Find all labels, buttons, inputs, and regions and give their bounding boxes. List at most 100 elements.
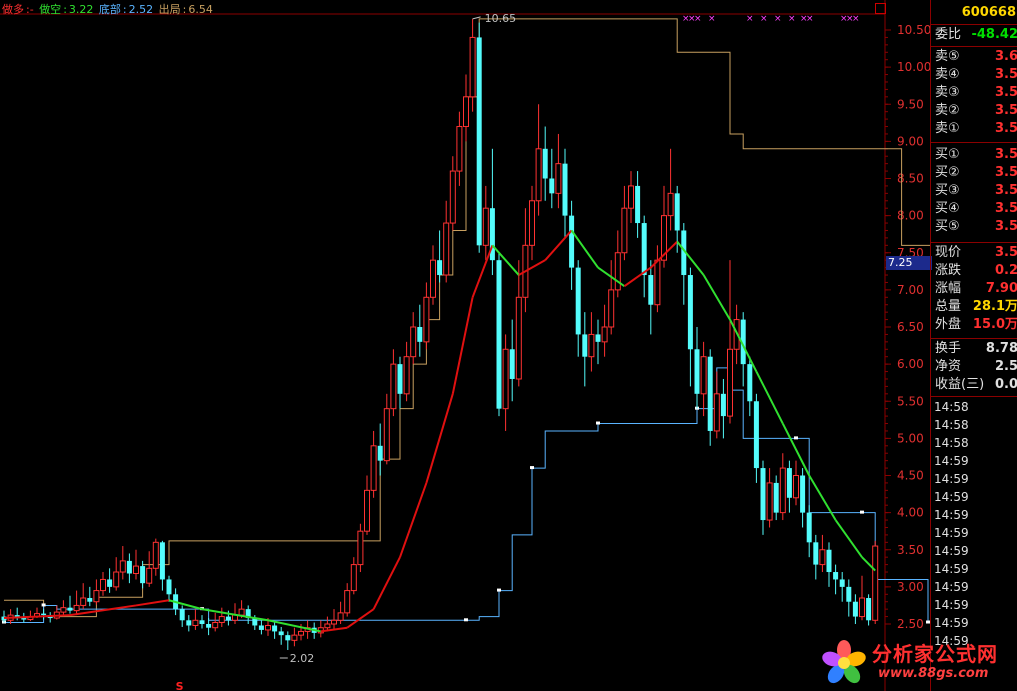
candle-body-up — [443, 222, 450, 276]
candle-body-up — [700, 356, 707, 395]
bottom-marker — [497, 588, 501, 592]
candle-body-up — [779, 467, 786, 514]
indicator-main-sep: :- — [26, 3, 34, 16]
candle-body-up — [482, 207, 489, 246]
candle-body-up — [502, 348, 509, 410]
candle-body-up — [667, 192, 674, 217]
stock-code[interactable]: 600668 — [962, 5, 1016, 20]
flower-logo-icon — [822, 640, 866, 684]
candle-body-up — [60, 607, 67, 613]
signal-x-mark: × — [788, 14, 796, 24]
candle-body-up — [357, 530, 364, 566]
candle-body-up — [383, 408, 390, 462]
candle-body-down — [641, 223, 647, 276]
price-axis-label: 10.50 — [897, 23, 930, 37]
ma-segment — [451, 297, 474, 395]
quote-row-value: 28.1万 — [972, 299, 1017, 314]
candle-body-up — [628, 185, 634, 209]
tick-time: 14:59 — [934, 490, 969, 504]
quote-row-label: 收益(三) — [935, 377, 985, 392]
quote-row: 现价 3.5 — [931, 244, 1017, 262]
tick-time: 14:59 — [934, 598, 969, 612]
quote-row-label: 卖③ — [935, 85, 960, 100]
candle-body-down — [707, 356, 713, 431]
candle-body-up — [133, 565, 139, 575]
candle-body-down — [813, 542, 819, 565]
signal-x-mark: × — [694, 14, 702, 24]
quote-row: 买① 3.5 — [931, 146, 1017, 164]
tick-time: 14:58 — [934, 436, 969, 450]
ma-segment — [755, 371, 784, 424]
candlestick-chart[interactable]: 10.5010.009.509.008.508.007.507.006.506.… — [0, 0, 930, 691]
candle-body-up — [555, 163, 562, 194]
bottom-marker — [596, 421, 600, 425]
price-axis-label: 9.50 — [897, 97, 924, 111]
candle-body-up — [370, 445, 377, 491]
signal-x-mark: × — [708, 14, 716, 24]
tick-time: 14:59 — [934, 544, 969, 558]
quote-divider — [931, 24, 1017, 25]
price-axis-label: 9.00 — [897, 134, 924, 148]
signal-x-mark: × — [852, 14, 860, 24]
quote-row-value: 7.90 — [985, 281, 1017, 296]
candle-body-up — [291, 634, 298, 641]
ma-segment — [399, 482, 428, 558]
quote-row-value: 3.5 — [994, 183, 1017, 198]
candle-body-up — [449, 170, 456, 224]
candle-body-down — [206, 624, 212, 628]
candle-body-down — [694, 349, 700, 394]
candle-body-down — [562, 163, 568, 216]
candle-body-up — [331, 619, 337, 625]
price-axis-label: 10.00 — [897, 60, 930, 74]
candle-body-up — [100, 578, 106, 592]
quote-row-label: 卖④ — [935, 67, 960, 82]
quote-row-value: 8.78 — [985, 341, 1017, 356]
candle-body-up — [192, 619, 199, 626]
candle-body-down — [140, 566, 146, 584]
quote-row: 卖① 3.5 — [931, 120, 1017, 138]
quote-row-label: 涨跌 — [935, 263, 962, 278]
candle-body-up — [727, 348, 733, 417]
candle-body-down — [87, 598, 93, 602]
price-axis-label: 5.00 — [897, 431, 924, 445]
indicator-exit-label: 出局 — [158, 3, 181, 16]
price-axis-label: 8.00 — [897, 209, 924, 223]
quote-row-value: 3.5 — [994, 219, 1017, 234]
price-axis-label: 4.00 — [897, 506, 924, 520]
signal-marker-s: S — [176, 680, 184, 691]
quote-row-label: 买② — [935, 165, 960, 180]
quote-row-label: 委比 — [935, 27, 962, 42]
candle-body-up — [535, 148, 542, 202]
candle-body-down — [126, 560, 132, 574]
quote-row-label: 换手 — [935, 341, 962, 356]
tick-time: 14:59 — [934, 454, 969, 468]
tick-time: 14:58 — [934, 418, 969, 432]
candle-body-up — [218, 616, 225, 624]
ma-segment — [702, 274, 731, 321]
indicator-short-label: 做空 — [39, 3, 62, 16]
close-box-icon[interactable] — [875, 3, 886, 14]
candle-body-down — [833, 572, 839, 580]
candle-body-down — [476, 37, 482, 246]
quote-divider — [931, 242, 1017, 243]
watermark: 分析家公式网 www.88gs.com — [816, 636, 1016, 691]
candle-body-up — [463, 96, 469, 128]
quote-row: 买④ 3.5 — [931, 200, 1017, 218]
tick-time: 14:59 — [934, 472, 969, 486]
candle-body-up — [588, 333, 595, 358]
tick-time: 14:59 — [934, 616, 969, 630]
candle-body-up — [608, 289, 615, 328]
indicator-bottom-value: 2.52 — [128, 3, 154, 16]
candle-body-down — [635, 185, 641, 224]
candle-body-up — [529, 200, 535, 246]
quote-row: 委比 -48.42 — [931, 26, 1017, 44]
candle-body-up — [430, 259, 436, 298]
candle-body-down — [800, 475, 806, 513]
candle-body-up — [713, 393, 720, 432]
quote-row-value: 3.5 — [994, 245, 1017, 260]
candle-body-up — [298, 630, 304, 636]
candle-body-down — [826, 549, 832, 573]
candle-body-up — [766, 482, 773, 521]
candle-body-down — [278, 631, 284, 636]
candle-body-down — [186, 620, 192, 626]
